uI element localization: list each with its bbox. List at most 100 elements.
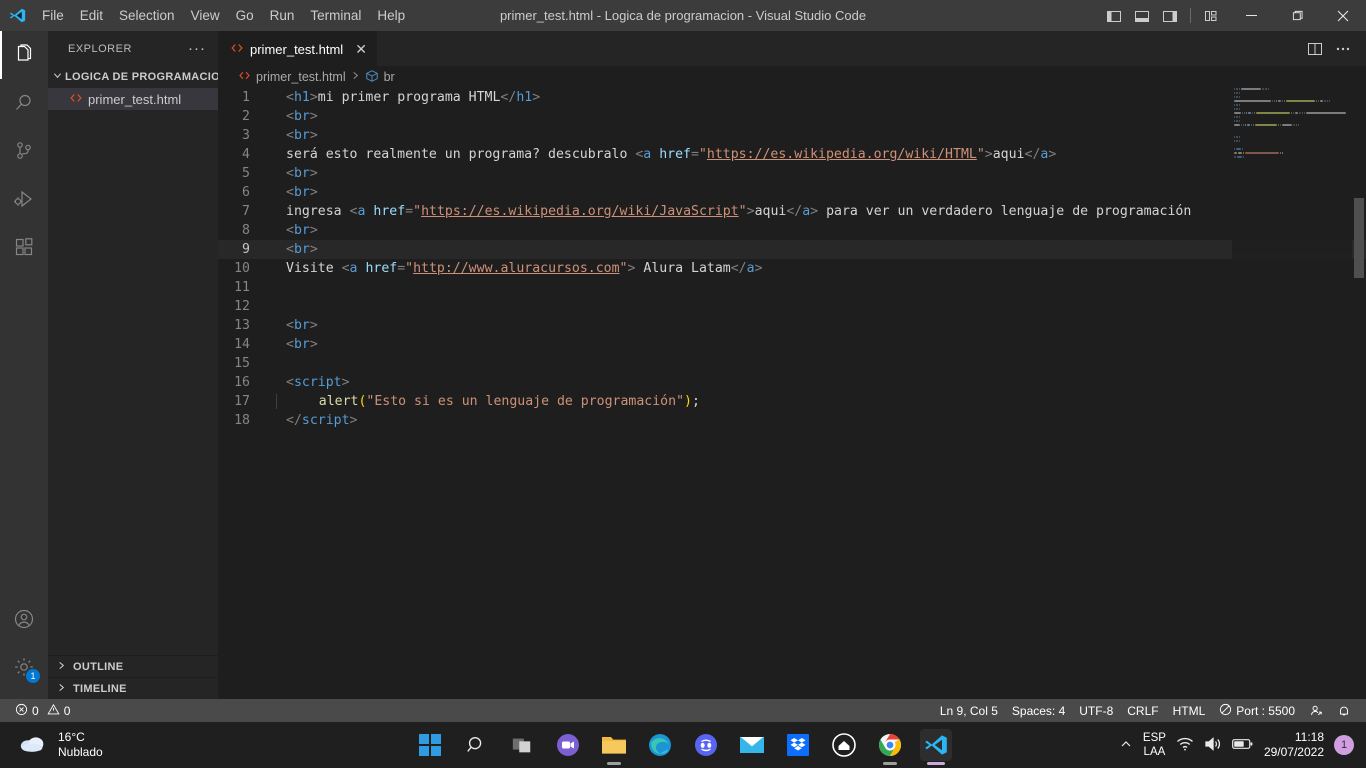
sidebar-item-search[interactable] (0, 79, 48, 127)
code-token[interactable]: https://es.wikipedia.org/wiki/HTML (707, 147, 977, 162)
menu-item-run[interactable]: Run (262, 5, 303, 27)
code-line[interactable]: 18 </script> (218, 411, 1366, 430)
code-line[interactable]: 3 <br> (218, 126, 1366, 145)
breadcrumb-item-file[interactable]: primer_test.html (256, 70, 346, 84)
notification-badge[interactable]: 1 (1334, 735, 1354, 755)
status-live-server-port[interactable]: Port : 5500 (1212, 699, 1302, 722)
menu-item-edit[interactable]: Edit (72, 5, 111, 27)
window-controls[interactable] (1228, 0, 1366, 31)
code-line[interactable]: 16 <script> (218, 373, 1366, 392)
menu-bar[interactable]: File Edit Selection View Go Run Terminal… (34, 0, 413, 31)
code-line[interactable]: 14 <br> (218, 335, 1366, 354)
discord-icon[interactable] (690, 729, 722, 761)
chat-icon[interactable] (552, 729, 584, 761)
menu-item-selection[interactable]: Selection (111, 5, 183, 27)
code-token: ) (684, 394, 692, 409)
status-problems[interactable]: 0 0 (8, 699, 77, 722)
code-line-text: ingresa <a href="https://es.wikipedia.or… (276, 204, 1191, 219)
line-number: 11 (234, 280, 250, 295)
folder-root-row[interactable]: LOGICA DE PROGRAMACION (48, 66, 218, 88)
home-icon[interactable] (828, 729, 860, 761)
edge-icon[interactable] (644, 729, 676, 761)
battery-icon[interactable] (1232, 737, 1254, 754)
sidebar-section-timeline[interactable]: TIMELINE (48, 677, 218, 699)
code-line[interactable]: 11 (218, 278, 1366, 297)
code-line[interactable]: 9 <br> (218, 240, 1366, 259)
code-line[interactable]: 13 <br> (218, 316, 1366, 335)
vscode-icon[interactable] (920, 729, 952, 765)
menu-item-file[interactable]: File (34, 5, 72, 27)
chevron-right-icon[interactable] (53, 683, 69, 695)
code-token[interactable]: http://www.aluracursos.com (413, 261, 619, 276)
status-indentation[interactable]: Spaces: 4 (1005, 699, 1072, 722)
sidebar-item-explorer[interactable] (0, 31, 48, 79)
code-line[interactable]: 15 (218, 354, 1366, 373)
status-notifications-bell-icon[interactable] (1330, 699, 1358, 722)
toggle-secondary-sidebar-icon[interactable] (1157, 3, 1183, 29)
code-line[interactable]: 8 <br> (218, 221, 1366, 240)
split-editor-icon[interactable] (1302, 36, 1328, 62)
accounts-icon[interactable] (0, 595, 48, 643)
status-eol[interactable]: CRLF (1120, 699, 1165, 722)
code-line[interactable]: 17 alert("Esto si es un lenguaje de prog… (218, 392, 1366, 411)
code-lines-container[interactable]: 1 <h1>mi primer programa HTML</h1> 2 <br> 3 <… (218, 88, 1366, 430)
more-actions-icon[interactable] (1330, 36, 1356, 62)
status-cursor-position[interactable]: Ln 9, Col 5 (933, 699, 1005, 722)
minimap[interactable] (1232, 88, 1352, 699)
minimize-icon[interactable] (1228, 0, 1274, 31)
code-line[interactable]: 1 <h1>mi primer programa HTML</h1> (218, 88, 1366, 107)
breadcrumb[interactable]: primer_test.html br (218, 66, 1366, 88)
code-line[interactable]: 5 <br> (218, 164, 1366, 183)
status-encoding[interactable]: UTF-8 (1072, 699, 1120, 722)
sidebar-section-outline[interactable]: OUTLINE (48, 655, 218, 677)
status-feedback-icon[interactable] (1302, 699, 1330, 722)
sidebar-item-run-and-debug[interactable] (0, 175, 48, 223)
maximize-icon[interactable] (1274, 0, 1320, 31)
manage-gear-icon[interactable]: 1 (0, 643, 48, 691)
sidebar-more-actions-icon[interactable]: ··· (188, 40, 210, 57)
language-indicator[interactable]: ESP LAA (1143, 731, 1166, 759)
customize-layout-icon[interactable] (1198, 3, 1224, 29)
editor-scrollbar[interactable] (1352, 88, 1366, 699)
status-bar-right: Ln 9, Col 5 Spaces: 4 UTF-8 CRLF HTML Po… (933, 699, 1366, 722)
taskbar-weather-widget[interactable]: 16°C Nublado (0, 730, 103, 760)
windows-start-icon[interactable] (414, 729, 446, 761)
sidebar-item-source-control[interactable] (0, 127, 48, 175)
code-line[interactable]: 10 Visite <a href="http://www.aluracursos… (218, 259, 1366, 278)
scrollbar-thumb[interactable] (1354, 198, 1364, 278)
menu-item-terminal[interactable]: Terminal (302, 5, 369, 27)
sidebar-item-extensions[interactable] (0, 223, 48, 271)
menu-item-view[interactable]: View (183, 5, 228, 27)
code-line[interactable]: 7 ingresa <a href="https://es.wikipedia.o… (218, 202, 1366, 221)
search-icon[interactable] (460, 729, 492, 761)
menu-item-go[interactable]: Go (228, 5, 262, 27)
close-icon[interactable] (1320, 0, 1366, 31)
chrome-icon[interactable] (874, 729, 906, 765)
code-token[interactable]: https://es.wikipedia.org/wiki/JavaScript (421, 204, 739, 219)
code-line[interactable]: 12 (218, 297, 1366, 316)
chevron-down-icon[interactable] (53, 71, 62, 83)
code-line[interactable]: 6 <br> (218, 183, 1366, 202)
file-item-primer-test-html[interactable]: primer_test.html (48, 88, 218, 110)
folder-icon[interactable] (598, 729, 630, 765)
layout-controls[interactable] (1101, 3, 1224, 29)
breadcrumb-item-symbol[interactable]: br (384, 70, 395, 84)
code-line[interactable]: 4 será esto realmente un programa? descub… (218, 145, 1366, 164)
chevron-up-icon[interactable] (1119, 737, 1133, 754)
chevron-right-icon[interactable] (53, 661, 69, 673)
volume-icon[interactable] (1204, 736, 1222, 755)
toggle-panel-icon[interactable] (1129, 3, 1155, 29)
dropbox-icon[interactable] (782, 729, 814, 761)
toggle-primary-sidebar-icon[interactable] (1101, 3, 1127, 29)
file-item-label: primer_test.html (88, 91, 182, 107)
status-language-mode[interactable]: HTML (1166, 699, 1213, 722)
menu-item-help[interactable]: Help (369, 5, 413, 27)
tab-primer-test-html[interactable]: primer_test.html ✕ (218, 31, 378, 66)
tab-close-icon[interactable]: ✕ (355, 42, 367, 56)
wifi-icon[interactable] (1176, 736, 1194, 755)
clock[interactable]: 11:18 29/07/2022 (1264, 730, 1324, 760)
code-editor[interactable]: 1 <h1>mi primer programa HTML</h1> 2 <br> 3 <… (218, 88, 1366, 699)
mail-icon[interactable] (736, 729, 768, 761)
task-view-icon[interactable] (506, 729, 538, 761)
code-line[interactable]: 2 <br> (218, 107, 1366, 126)
